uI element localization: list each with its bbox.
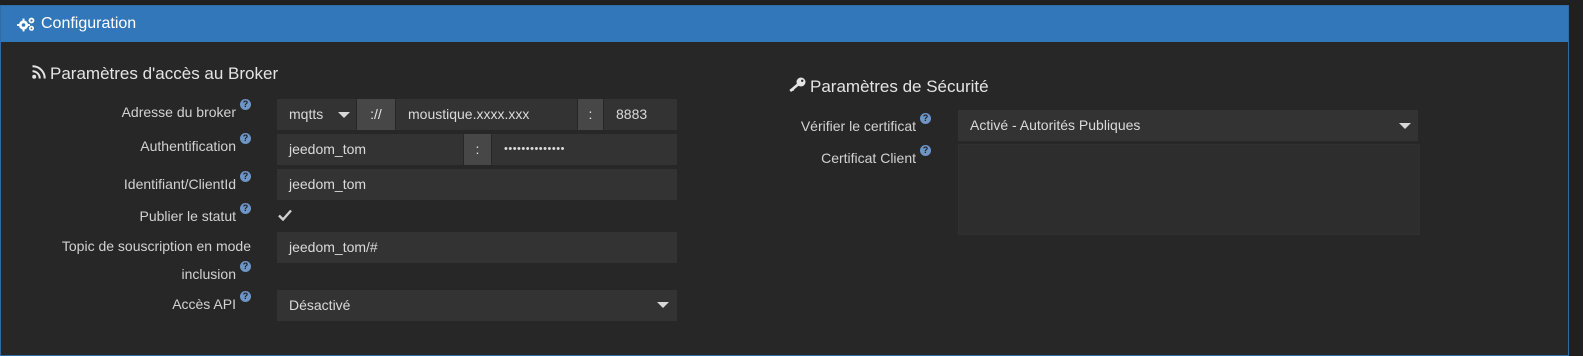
- broker-title-text: Paramètres d'accès au Broker: [50, 64, 279, 83]
- protocol-select[interactable]: mqtts: [277, 99, 356, 130]
- panel-header: Configuration: [1, 6, 1568, 42]
- clientid-label: Identifiant/ClientId?: [41, 170, 251, 198]
- verify-cert-value: Activé - Autorités Publiques: [970, 117, 1141, 133]
- configuration-panel: Configuration Paramètres d'accès au Brok…: [0, 5, 1569, 356]
- broker-section-title: Paramètres d'accès au Broker: [32, 64, 278, 84]
- publish-status-label-text: Publier le statut: [139, 208, 237, 224]
- security-title-text: Paramètres de Sécurité: [810, 77, 989, 96]
- password-input[interactable]: ••••••••••••••: [492, 134, 677, 165]
- auth-label: Authentification?: [41, 132, 251, 160]
- chevron-down-icon: [1399, 123, 1411, 129]
- chevron-down-icon: [657, 302, 669, 308]
- help-icon[interactable]: ?: [240, 133, 251, 144]
- verify-cert-label: Vérifier le certificat?: [701, 112, 931, 140]
- auth-label-text: Authentification: [140, 138, 236, 154]
- topic-input[interactable]: jeedom_tom/#: [277, 232, 677, 263]
- publish-status-checkbox[interactable]: [278, 208, 292, 226]
- username-input[interactable]: jeedom_tom: [277, 134, 463, 165]
- help-icon[interactable]: ?: [240, 261, 251, 272]
- api-access-value: Désactivé: [289, 297, 351, 313]
- broker-address-label: Adresse du broker?: [41, 98, 251, 126]
- api-access-label: Accès API?: [41, 290, 251, 318]
- clientid-label-text: Identifiant/ClientId: [123, 176, 236, 192]
- topic-label-line2: inclusion: [181, 266, 236, 282]
- chevron-down-icon: [338, 112, 350, 118]
- client-cert-textarea[interactable]: [958, 144, 1420, 235]
- help-icon[interactable]: ?: [240, 99, 251, 110]
- protocol-separator: ://: [357, 99, 395, 130]
- topic-label: Topic de souscription en mode inclusion?: [21, 232, 251, 288]
- help-icon[interactable]: ?: [240, 171, 251, 182]
- auth-separator: :: [464, 134, 491, 165]
- security-section-title: Paramètres de Sécurité: [789, 77, 989, 97]
- api-access-select[interactable]: Désactivé: [277, 290, 677, 321]
- panel-title: Configuration: [41, 15, 137, 32]
- help-icon[interactable]: ?: [920, 145, 931, 156]
- verify-cert-label-text: Vérifier le certificat: [800, 118, 916, 134]
- help-icon[interactable]: ?: [920, 113, 931, 124]
- rss-icon: [32, 64, 46, 84]
- client-cert-label: Certificat Client?: [701, 144, 931, 172]
- help-icon[interactable]: ?: [240, 203, 251, 214]
- client-cert-label-text: Certificat Client: [821, 150, 916, 166]
- check-icon: [278, 209, 292, 222]
- cogs-icon: [17, 16, 36, 32]
- protocol-value: mqtts: [289, 106, 324, 122]
- publish-status-label: Publier le statut?: [41, 202, 251, 230]
- broker-port-input[interactable]: 8883: [604, 99, 677, 130]
- broker-host-input[interactable]: moustique.xxxx.xxx: [396, 99, 577, 130]
- api-access-label-text: Accès API: [172, 296, 236, 312]
- help-icon[interactable]: ?: [240, 291, 251, 302]
- broker-address-label-text: Adresse du broker: [121, 104, 236, 120]
- clientid-input[interactable]: jeedom_tom: [277, 169, 677, 200]
- topic-label-line1: Topic de souscription en mode: [61, 238, 251, 254]
- key-icon: [789, 77, 806, 97]
- verify-cert-select[interactable]: Activé - Autorités Publiques: [958, 110, 1418, 141]
- port-separator: :: [578, 99, 603, 130]
